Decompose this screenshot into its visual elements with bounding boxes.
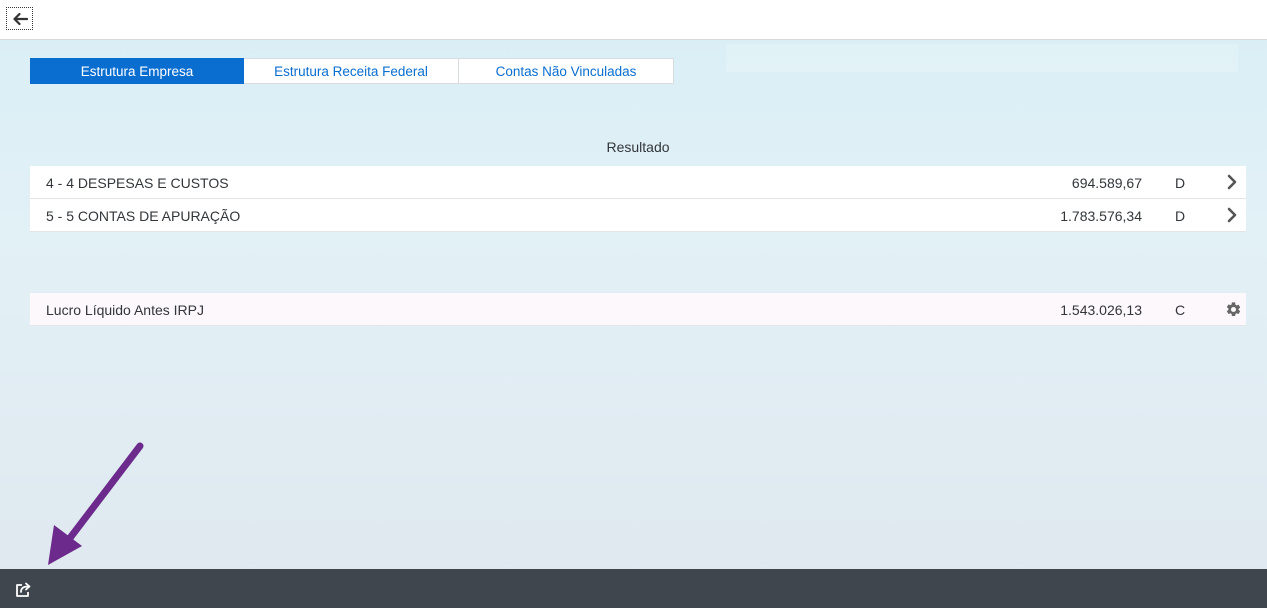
chevron-right-icon[interactable] [1226,207,1238,223]
account-value: 694.589,67 [1071,175,1142,191]
top-toolbar [0,0,1267,40]
account-label: 4 - 4 DESPESAS E CUSTOS [46,175,229,191]
tab-estrutura-empresa[interactable]: Estrutura Empresa [30,58,244,84]
summary-row[interactable]: Lucro Líquido Antes IRPJ 1.543.026,13 C [30,293,1246,326]
list-item[interactable]: 5 - 5 CONTAS DE APURAÇÃO 1.783.576,34 D [30,199,1246,232]
account-value: 1.783.576,34 [1060,208,1142,224]
results-list: 4 - 4 DESPESAS E CUSTOS 694.589,67 D 5 -… [30,166,1246,232]
tab-estrutura-receita-federal[interactable]: Estrutura Receita Federal [244,58,459,84]
chevron-right-icon[interactable] [1226,174,1238,190]
debit-credit-flag: C [1175,302,1186,318]
summary-label: Lucro Líquido Antes IRPJ [46,302,204,318]
gear-icon[interactable] [1225,301,1242,318]
section-title: Resultado [606,139,670,155]
account-label: 5 - 5 CONTAS DE APURAÇÃO [46,208,241,224]
list-item[interactable]: 4 - 4 DESPESAS E CUSTOS 694.589,67 D [30,166,1246,199]
summary-value: 1.543.026,13 [1060,302,1142,318]
share-icon[interactable] [15,581,33,598]
decorative-panel [726,44,1238,72]
arrow-left-icon [12,12,28,25]
debit-credit-flag: D [1175,208,1186,224]
summary-list: Lucro Líquido Antes IRPJ 1.543.026,13 C [30,293,1246,326]
tab-bar: Estrutura Empresa Estrutura Receita Fede… [30,58,674,84]
footer-toolbar [0,569,1267,608]
tab-contas-nao-vinculadas[interactable]: Contas Não Vinculadas [459,58,674,84]
debit-credit-flag: D [1175,175,1186,191]
back-button[interactable] [6,7,33,30]
